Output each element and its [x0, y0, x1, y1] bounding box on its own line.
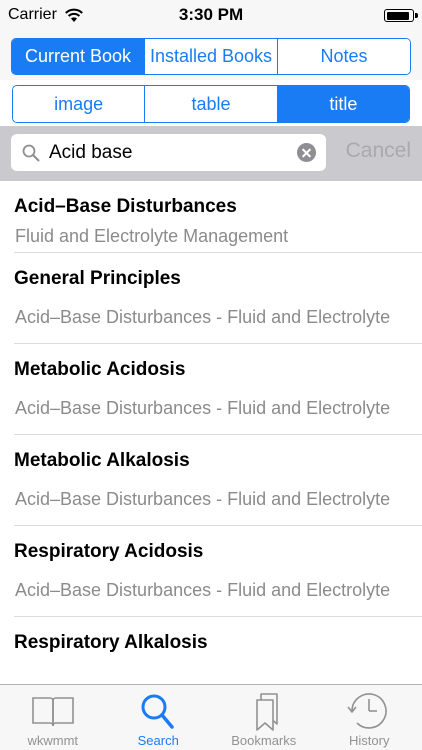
- result-title: Acid–Base Disturbances: [14, 196, 237, 217]
- filter-image[interactable]: image: [13, 86, 146, 122]
- tab-label: Bookmarks: [231, 733, 297, 748]
- status-time: 3:30 PM: [178, 5, 244, 24]
- result-title: Respiratory Alkalosis: [14, 632, 208, 653]
- cancel-button[interactable]: Cancel: [346, 139, 411, 163]
- filter-row: image table title: [0, 80, 422, 126]
- search-icon: [22, 144, 40, 162]
- clear-icon[interactable]: [297, 143, 316, 162]
- tab-search[interactable]: Search: [106, 685, 212, 750]
- tab-label: wkwmmt: [27, 733, 79, 748]
- tab-wkwmmt[interactable]: wkwmmt: [0, 685, 106, 750]
- list-item[interactable]: Metabolic Acidosis Acid–Base Disturbance…: [0, 344, 422, 435]
- result-title: Respiratory Acidosis: [14, 541, 204, 562]
- result-title: General Principles: [14, 268, 181, 289]
- tab-bar: wkwmmt Search Bookmarks History: [0, 684, 422, 750]
- result-title: Metabolic Alkalosis: [14, 450, 190, 471]
- tab-notes[interactable]: Notes: [278, 39, 410, 74]
- book-icon: [31, 697, 74, 727]
- list-item[interactable]: General Principles Acid–Base Disturbance…: [0, 253, 422, 344]
- tab-label: History: [349, 733, 390, 748]
- search-icon: [141, 694, 174, 729]
- result-subtitle: Fluid and Electrolyte Management: [15, 226, 289, 246]
- search-field[interactable]: [11, 134, 326, 171]
- result-subtitle: Acid–Base Disturbances - Fluid and Elect…: [15, 580, 391, 600]
- tab-current-book[interactable]: Current Book: [12, 39, 145, 74]
- bookmarks-icon: [255, 693, 278, 731]
- result-title: Metabolic Acidosis: [14, 359, 186, 380]
- list-item[interactable]: Respiratory Acidosis Acid–Base Disturban…: [0, 526, 422, 617]
- filter-table[interactable]: table: [145, 86, 278, 122]
- list-item[interactable]: Metabolic Alkalosis Acid–Base Disturbanc…: [0, 435, 422, 526]
- list-item[interactable]: Acid–Base Disturbances Fluid and Electro…: [0, 181, 422, 253]
- list-item[interactable]: Respiratory Alkalosis: [0, 617, 422, 684]
- tab-bookmarks[interactable]: Bookmarks: [211, 685, 317, 750]
- search-input[interactable]: [49, 134, 294, 171]
- result-subtitle: Acid–Base Disturbances - Fluid and Elect…: [15, 398, 391, 418]
- result-subtitle: Acid–Base Disturbances - Fluid and Elect…: [15, 489, 391, 509]
- source-segmented-control: Current Book Installed Books Notes: [11, 38, 411, 75]
- result-subtitle: Acid–Base Disturbances - Fluid and Elect…: [15, 307, 391, 327]
- status-bar: Carrier 3:30 PM: [0, 0, 422, 30]
- filter-title[interactable]: title: [277, 86, 409, 122]
- history-icon: [347, 693, 388, 729]
- header: Current Book Installed Books Notes: [0, 30, 422, 80]
- results-list: Acid–Base Disturbances Fluid and Electro…: [0, 181, 422, 684]
- tab-installed-books[interactable]: Installed Books: [145, 39, 278, 74]
- tab-history[interactable]: History: [317, 685, 422, 750]
- search-bar: Cancel: [0, 126, 422, 181]
- filter-segmented-control: image table title: [12, 85, 410, 123]
- tab-label: Search: [137, 733, 179, 748]
- battery-icon: [384, 9, 418, 22]
